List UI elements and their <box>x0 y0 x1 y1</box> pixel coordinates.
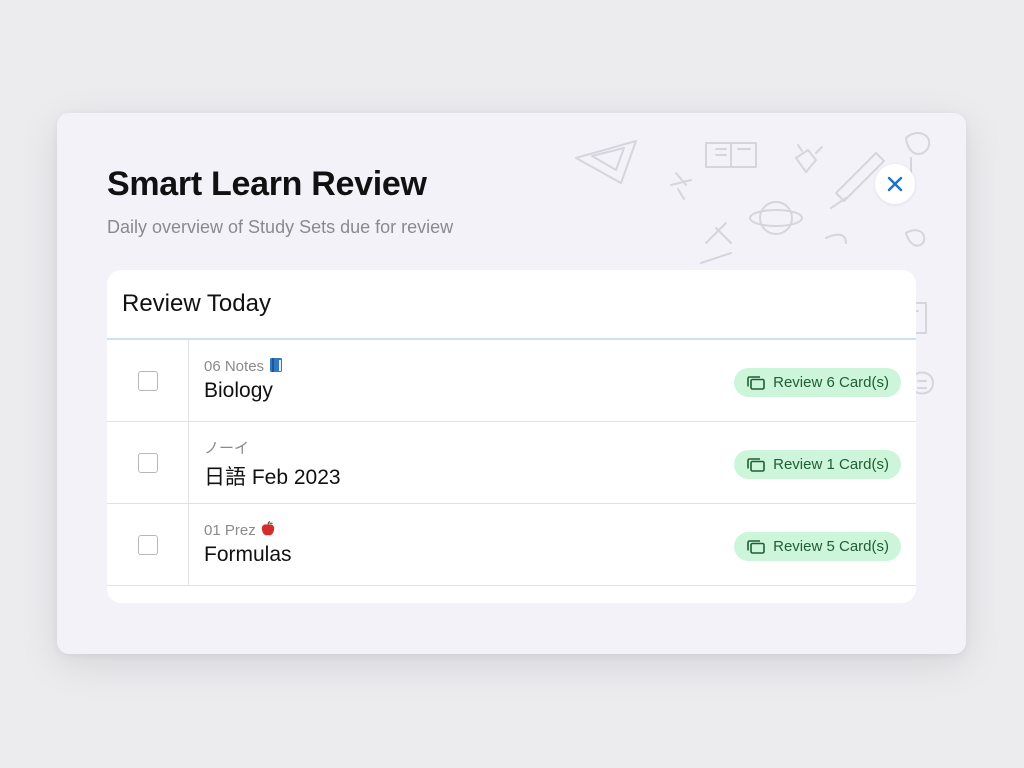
study-set-text: 06 Notes Biology <box>189 340 283 421</box>
study-set-text: 01 Prez Formulas <box>189 504 292 585</box>
folder-label: 01 Prez <box>204 522 256 539</box>
row-checkbox-cell <box>107 504 189 585</box>
folder-label: ノーイ <box>204 440 250 457</box>
dialog-subtitle: Daily overview of Study Sets due for rev… <box>107 217 454 237</box>
close-button[interactable] <box>875 164 915 204</box>
study-set-folder: ノーイ <box>204 439 341 459</box>
study-set-checkbox[interactable] <box>137 534 158 555</box>
close-icon <box>887 176 903 192</box>
study-set-name: 日語 Feb 2023 <box>204 466 341 489</box>
study-set-folder: 01 Prez <box>204 521 292 541</box>
review-today-card: Review Today 06 Notes Biology Review 6 C… <box>107 270 916 603</box>
folder-label: 06 Notes <box>204 358 265 375</box>
study-set-name: Formulas <box>204 543 292 566</box>
smart-learn-review-dialog: Smart Learn Review Daily overview of Stu… <box>57 113 966 654</box>
cards-icon <box>747 539 765 554</box>
blue-book-icon <box>270 358 283 372</box>
review-cards-button[interactable]: Review 1 Card(s) <box>734 450 901 479</box>
review-cards-label: Review 1 Card(s) <box>773 456 889 473</box>
review-cards-label: Review 6 Card(s) <box>773 374 889 391</box>
review-today-header: Review Today <box>107 270 916 340</box>
row-checkbox-cell <box>107 422 189 503</box>
review-cards-button[interactable]: Review 6 Card(s) <box>734 368 901 397</box>
study-set-row: ノーイ 日語 Feb 2023 Review 1 Card(s) <box>107 422 916 504</box>
red-apple-icon <box>261 521 275 536</box>
study-set-checkbox[interactable] <box>137 370 158 391</box>
dialog-title: Smart Learn Review <box>107 165 427 203</box>
cards-icon <box>747 375 765 390</box>
study-set-row: 01 Prez Formulas Review 5 Card(s) <box>107 504 916 586</box>
study-set-name: Biology <box>204 379 273 402</box>
study-set-text: ノーイ 日語 Feb 2023 <box>189 422 341 503</box>
row-checkbox-cell <box>107 340 189 421</box>
review-today-title: Review Today <box>122 290 271 317</box>
study-set-folder: 06 Notes <box>204 357 283 377</box>
cards-icon <box>747 457 765 472</box>
review-cards-label: Review 5 Card(s) <box>773 538 889 555</box>
review-cards-button[interactable]: Review 5 Card(s) <box>734 532 901 561</box>
study-set-checkbox[interactable] <box>137 452 158 473</box>
study-set-row: 06 Notes Biology Review 6 Card(s) <box>107 340 916 422</box>
